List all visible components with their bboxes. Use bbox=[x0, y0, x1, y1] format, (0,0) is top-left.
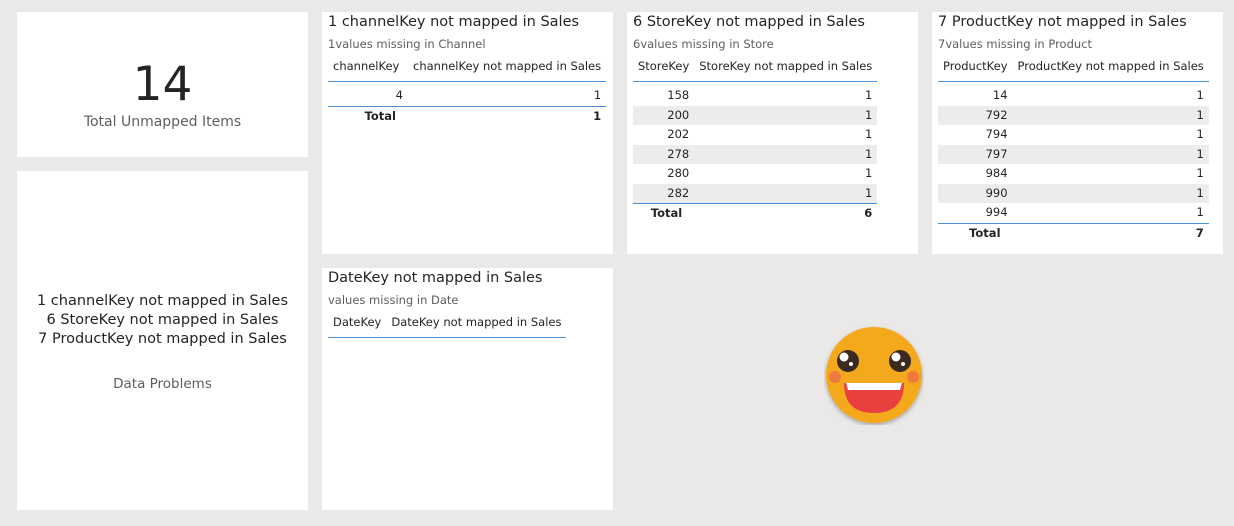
table-row[interactable]: 14 1 bbox=[938, 82, 1209, 106]
table-cell: 280 bbox=[667, 166, 690, 180]
table-cell: 984 bbox=[985, 166, 1008, 180]
table-row[interactable]: 282 1 bbox=[633, 183, 878, 204]
table-cell: 158 bbox=[667, 88, 690, 102]
data-problems-card[interactable]: 1 channelKey not mapped in Sales 6 Store… bbox=[17, 171, 308, 510]
column-header[interactable]: DateKey bbox=[328, 312, 387, 338]
total-label: Total bbox=[328, 105, 408, 126]
table-cell: 1 bbox=[593, 88, 602, 102]
total-value: 6 bbox=[694, 203, 878, 224]
problem-line: 1 channelKey not mapped in Sales bbox=[36, 293, 289, 309]
table-cell: 1 bbox=[864, 166, 873, 180]
datekey-table: DateKey DateKey not mapped in Sales bbox=[328, 312, 567, 338]
table-cell: 792 bbox=[938, 105, 1013, 125]
table-cell: 1 bbox=[1196, 127, 1204, 141]
table-row[interactable]: 202 1 bbox=[633, 125, 877, 145]
channel-table-visual[interactable]: 1 channelKey not mapped in Sales 1values… bbox=[322, 12, 613, 254]
table-cell: 994 bbox=[985, 205, 1008, 219]
visual-title: DateKey not mapped in Sales bbox=[328, 270, 543, 286]
product-table-visual[interactable]: 7 ProductKey not mapped in Sales 7values… bbox=[932, 12, 1223, 254]
table-cell: 797 bbox=[938, 144, 1013, 164]
total-row: Total 1 bbox=[328, 105, 607, 126]
table-cell: 1 bbox=[1196, 205, 1204, 219]
table-cell: 794 bbox=[985, 127, 1008, 141]
total-value: 7 bbox=[1012, 222, 1209, 243]
table-cell: 1 bbox=[694, 144, 878, 164]
store-table: StoreKey StoreKey not mapped in Sales 15… bbox=[633, 56, 878, 224]
table-row[interactable]: 158 1 bbox=[633, 82, 877, 106]
table-cell: 1 bbox=[694, 183, 878, 204]
problems-lines: 1 channelKey not mapped in Sales 6 Store… bbox=[17, 292, 308, 349]
store-table-visual[interactable]: 6 StoreKey not mapped in Sales 6values m… bbox=[627, 12, 918, 254]
channel-table: channelKey channelKey not mapped in Sale… bbox=[328, 56, 607, 126]
happy-face-icon bbox=[826, 327, 922, 423]
column-header[interactable]: ProductKey not mapped in Sales bbox=[1012, 56, 1209, 82]
kpi-label: Total Unmapped Items bbox=[83, 114, 242, 130]
column-header[interactable]: DateKey not mapped in Sales bbox=[386, 312, 567, 338]
report-canvas: 14 Total Unmapped Items 1 channelKey not… bbox=[0, 0, 1234, 526]
visual-title: 6 StoreKey not mapped in Sales bbox=[633, 14, 865, 30]
table-cell: 14 bbox=[992, 88, 1008, 102]
visual-subtitle: 1values missing in Channel bbox=[328, 37, 486, 51]
total-label: Total bbox=[938, 222, 1013, 243]
problem-line: 6 StoreKey not mapped in Sales bbox=[46, 312, 279, 328]
visual-subtitle: values missing in Date bbox=[328, 293, 459, 307]
total-label: Total bbox=[633, 203, 695, 224]
table-cell: 282 bbox=[633, 183, 695, 204]
table-cell: 1 bbox=[1012, 183, 1209, 203]
product-table: ProductKey ProductKey not mapped in Sale… bbox=[938, 56, 1209, 243]
visual-title: 7 ProductKey not mapped in Sales bbox=[938, 14, 1187, 30]
column-header[interactable]: channelKey not mapped in Sales bbox=[408, 56, 607, 82]
table-cell: 1 bbox=[1012, 105, 1209, 125]
visual-title: 1 channelKey not mapped in Sales bbox=[328, 14, 580, 30]
column-header[interactable]: channelKey bbox=[328, 56, 408, 82]
table-row[interactable]: 990 1 bbox=[938, 183, 1209, 203]
table-row[interactable]: 278 1 bbox=[633, 144, 878, 164]
table-cell: 1 bbox=[1196, 166, 1204, 180]
datekey-table-visual[interactable]: DateKey not mapped in Sales values missi… bbox=[322, 268, 613, 510]
table-cell: 1 bbox=[694, 105, 878, 125]
total-value: 1 bbox=[408, 105, 607, 126]
column-header[interactable]: StoreKey bbox=[633, 56, 695, 82]
table-row[interactable]: 794 1 bbox=[938, 125, 1209, 145]
total-unmapped-card[interactable]: 14 Total Unmapped Items bbox=[17, 12, 308, 157]
table-row[interactable]: 797 1 bbox=[938, 144, 1209, 164]
table-cell: 1 bbox=[1196, 88, 1204, 102]
table-cell: 200 bbox=[633, 105, 695, 125]
table-cell: 278 bbox=[633, 144, 695, 164]
table-cell: 202 bbox=[667, 127, 690, 141]
table-row[interactable]: 984 1 bbox=[938, 164, 1209, 184]
column-header[interactable]: ProductKey bbox=[938, 56, 1013, 82]
table-row[interactable]: 200 1 bbox=[633, 105, 878, 125]
problem-line: 7 ProductKey not mapped in Sales bbox=[38, 331, 287, 347]
total-row: Total 7 bbox=[938, 222, 1209, 243]
table-row[interactable]: 280 1 bbox=[633, 164, 877, 184]
problems-label: Data Problems bbox=[113, 376, 212, 392]
visual-subtitle: 7values missing in Product bbox=[938, 37, 1092, 51]
column-header[interactable]: StoreKey not mapped in Sales bbox=[694, 56, 878, 82]
table-cell: 1 bbox=[1012, 144, 1209, 164]
table-cell: 1 bbox=[864, 127, 873, 141]
table-cell: 4 bbox=[395, 88, 403, 102]
table-row[interactable]: 4 1 bbox=[328, 82, 606, 107]
table-cell: 990 bbox=[938, 183, 1013, 203]
total-row: Total 6 bbox=[633, 203, 878, 224]
table-row[interactable]: 792 1 bbox=[938, 105, 1209, 125]
table-cell: 1 bbox=[864, 88, 873, 102]
table-row[interactable]: 994 1 bbox=[938, 203, 1209, 223]
visual-subtitle: 6values missing in Store bbox=[633, 37, 774, 51]
kpi-value: 14 bbox=[132, 57, 193, 112]
